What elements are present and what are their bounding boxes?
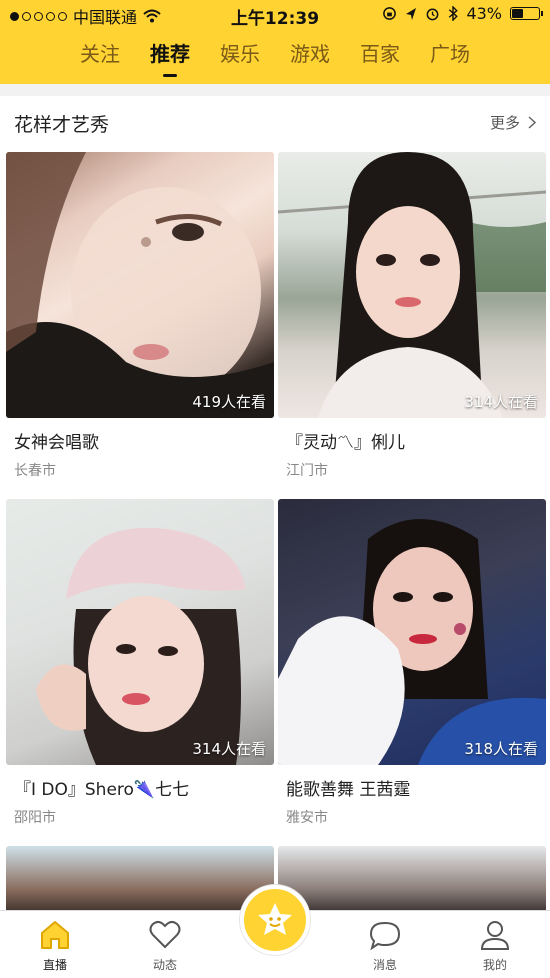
portrait-illustration: [36, 527, 246, 765]
stream-card[interactable]: [6, 846, 274, 918]
portrait-illustration: [278, 519, 546, 765]
viewer-count: 419人在看: [192, 393, 266, 411]
nav-live[interactable]: 直播: [15, 919, 95, 973]
alarm-icon: [427, 8, 439, 21]
nav-profile[interactable]: 我的: [455, 919, 535, 973]
portrait-illustration: [278, 152, 546, 418]
nav-label: 动态: [152, 958, 177, 972]
star-smile-icon: [258, 903, 292, 935]
stream-title: 『I DO』Shero🌂七七: [14, 780, 190, 800]
go-live-button[interactable]: [240, 885, 310, 955]
stream-thumbnail: 314人在看: [278, 152, 546, 418]
stream-city: 雅安市: [286, 810, 328, 826]
more-label: 更多: [489, 114, 520, 132]
home-icon: [41, 921, 69, 949]
nav-label: 直播: [42, 958, 67, 972]
viewer-count: 314人在看: [192, 740, 266, 758]
stream-grid: 419人在看 女神会唱歌 长春市 314人在看 『灵动〽』俐儿 江门市 314人…: [0, 148, 550, 918]
battery-percent: 43%: [466, 4, 502, 23]
rotation-lock-icon: [383, 7, 397, 20]
stream-title: 能歌善舞 王茜霆: [286, 780, 411, 800]
heart-icon: [149, 920, 181, 949]
stream-thumbnail: [6, 846, 274, 918]
top-header: 中国联通 上午12:39 43% 关注 推荐 娱乐 游戏 百家 广场: [0, 0, 550, 84]
stream-city: 江门市: [286, 463, 328, 479]
stream-thumbnail: 318人在看: [278, 499, 546, 765]
nav-label: 我的: [482, 958, 507, 972]
stream-card[interactable]: 314人在看 『灵动〽』俐儿 江门市: [278, 152, 546, 480]
stream-city: 长春市: [14, 463, 56, 479]
more-link[interactable]: 更多: [490, 112, 536, 133]
viewer-count: 318人在看: [464, 740, 538, 758]
category-tabs: 关注 推荐 娱乐 游戏 百家 广场: [0, 38, 550, 77]
viewer-count: 314人在看: [464, 393, 538, 411]
profile-icon: [480, 921, 510, 950]
chevron-right-icon: [528, 116, 536, 129]
section-header: 花样才艺秀 更多: [0, 96, 550, 148]
bluetooth-icon: [449, 6, 459, 21]
stream-thumbnail: 314人在看: [6, 499, 274, 765]
tab-4[interactable]: 百家: [345, 38, 415, 67]
nav-label: 消息: [372, 958, 397, 972]
battery-icon: [510, 7, 543, 20]
portrait-illustration: [6, 152, 274, 418]
tab-2[interactable]: 娱乐: [205, 38, 275, 67]
nav-feed[interactable]: 动态: [125, 919, 205, 973]
stream-card[interactable]: 419人在看 女神会唱歌 长春市: [6, 152, 274, 480]
location-icon: [406, 7, 417, 20]
status-right-group: 43%: [382, 4, 543, 23]
nav-messages[interactable]: 消息: [345, 919, 425, 973]
bottom-nav: 直播 动态 消息 我的: [0, 885, 550, 978]
stream-thumbnail: [278, 846, 546, 918]
status-bar: 中国联通 上午12:39 43%: [0, 0, 550, 29]
tab-0[interactable]: 关注: [65, 38, 135, 67]
tab-5[interactable]: 广场: [415, 38, 485, 67]
stream-title: 女神会唱歌: [14, 433, 99, 453]
stream-card[interactable]: 314人在看 『I DO』Shero🌂七七 邵阳市: [6, 499, 274, 827]
tab-1[interactable]: 推荐: [135, 38, 205, 77]
stream-title: 『灵动〽』俐儿: [286, 433, 405, 453]
section-title: 花样才艺秀: [14, 114, 110, 136]
message-icon: [369, 921, 401, 951]
stream-card[interactable]: [278, 846, 546, 918]
tab-3[interactable]: 游戏: [275, 38, 345, 67]
stream-thumbnail: 419人在看: [6, 152, 274, 418]
stream-city: 邵阳市: [14, 810, 56, 826]
stream-card[interactable]: 318人在看 能歌善舞 王茜霆 雅安市: [278, 499, 546, 827]
